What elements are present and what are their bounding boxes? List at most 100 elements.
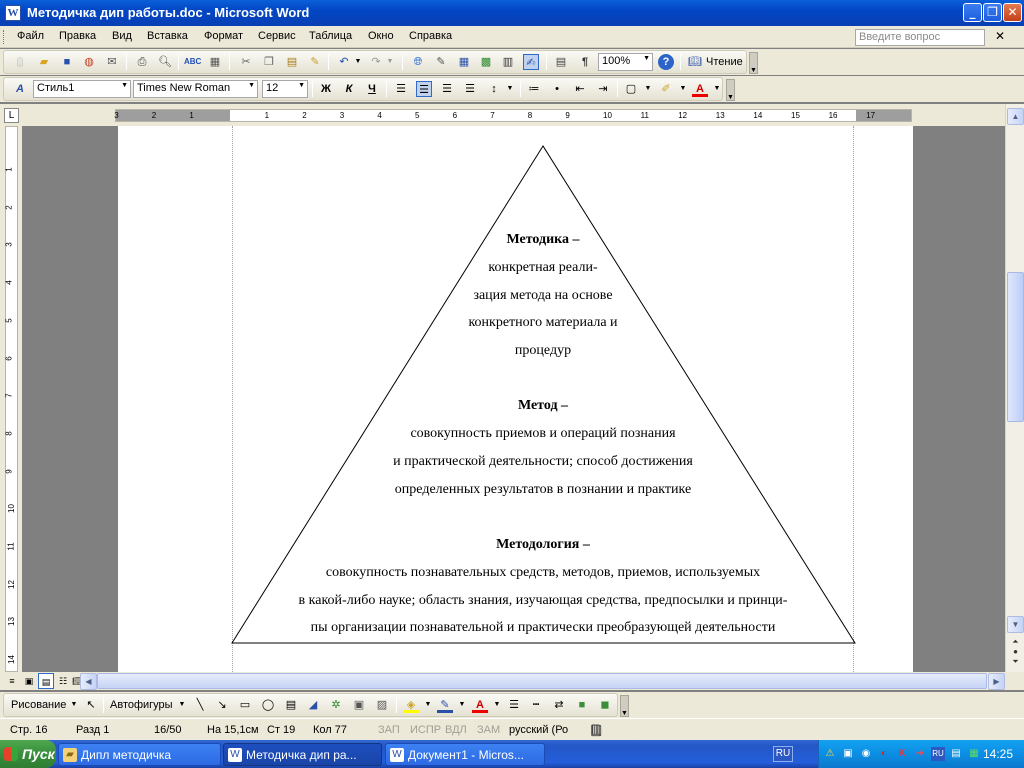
vertical-scrollbar[interactable]: ▲ ▼ ⏶ ● ⏷ [1005, 104, 1024, 672]
arrow-tool-icon[interactable]: ↘ [214, 697, 230, 713]
taskbar-item-word[interactable]: W Документ1 - Micros... [385, 743, 545, 766]
status-extend[interactable]: ВДЛ [445, 724, 467, 736]
print-layout-view-icon[interactable]: ▤ [38, 673, 54, 689]
undo-dropdown-icon[interactable]: ▼ [350, 54, 366, 70]
taskbar-item-folder[interactable]: ▰ Дипл методичка [58, 743, 221, 766]
borders-icon[interactable]: ▢ [623, 81, 639, 97]
scroll-up-button[interactable]: ▲ [1007, 108, 1024, 125]
line-tool-icon[interactable]: ╲ [192, 697, 208, 713]
print-icon[interactable]: ⎙ [134, 54, 150, 70]
decrease-indent-icon[interactable]: ⇤ [572, 81, 588, 97]
3d-style-icon[interactable]: ◼ [597, 697, 613, 713]
zoom-select[interactable]: 100% ▼ [598, 53, 653, 71]
draw-font-color-dropdown-icon[interactable]: ▼ [489, 697, 505, 713]
menu-format[interactable]: Формат [204, 30, 243, 42]
font-select[interactable]: Times New Roman ▼ [133, 80, 258, 98]
menu-view[interactable]: Вид [112, 30, 132, 42]
font-color-dropdown-icon[interactable]: ▼ [709, 81, 725, 97]
tab-selector[interactable]: L [4, 108, 19, 123]
tables-borders-icon[interactable]: ✎ [433, 54, 449, 70]
drawing-toolbar-options-icon[interactable]: ▼ [620, 695, 629, 717]
title-bar[interactable]: W Методичка дип работы.doc - Microsoft W… [0, 0, 1024, 26]
new-document-icon[interactable]: ▯ [12, 54, 28, 70]
reading-mode-icon[interactable]: 📖︎ [687, 54, 703, 70]
scroll-left-button[interactable]: ◀ [80, 673, 97, 690]
numbering-icon[interactable]: ≔ [526, 81, 542, 97]
menu-window[interactable]: Окно [368, 30, 394, 42]
word-app-icon[interactable]: W [5, 5, 21, 21]
drawing-dropdown-icon[interactable]: ▼ [66, 697, 82, 713]
minimize-button[interactable]: _ [963, 3, 982, 22]
print-preview-icon[interactable]: 🔍︎ [157, 54, 173, 70]
kaspersky-tray-icon[interactable]: K [895, 747, 909, 761]
browse-next-icon[interactable]: ⏷ [1007, 654, 1024, 671]
scroll-right-button[interactable]: ▶ [988, 673, 1005, 690]
align-right-icon[interactable]: ☰ [439, 81, 455, 97]
menu-table[interactable]: Таблица [309, 30, 352, 42]
redo-dropdown-icon[interactable]: ▼ [382, 54, 398, 70]
menu-help[interactable]: Справка [409, 30, 452, 42]
menu-edit[interactable]: Правка [59, 30, 96, 42]
align-center-icon[interactable]: ☰ [416, 81, 432, 97]
autoshapes-menu-button[interactable]: Автофигуры [110, 699, 173, 711]
highlight-icon[interactable]: ✐ [658, 81, 674, 97]
document-area[interactable]: Методика – конкретная реали- зация метод… [22, 126, 1005, 672]
underline-button[interactable]: Ч [364, 81, 380, 97]
diagram-icon[interactable]: ✲ [328, 697, 344, 713]
display-tray-icon[interactable]: ▤ [949, 747, 963, 761]
format-toolbar-options-icon[interactable]: ▼ [726, 79, 735, 101]
arrow-style-icon[interactable]: ⇄ [551, 697, 567, 713]
normal-view-icon[interactable]: ≡ [4, 673, 20, 689]
oval-tool-icon[interactable]: ◯ [260, 697, 276, 713]
arrow-tray-icon[interactable]: ➜ [913, 747, 927, 761]
fill-color-dropdown-icon[interactable]: ▼ [420, 697, 436, 713]
document-map-icon[interactable]: ▤ [553, 54, 569, 70]
select-objects-icon[interactable]: ↖ [83, 697, 99, 713]
cut-icon[interactable]: ✂ [238, 54, 254, 70]
vertical-ruler[interactable]: 123456789101112131415 [0, 126, 22, 702]
permission-icon[interactable]: ◍ [81, 54, 97, 70]
draw-font-color-icon[interactable]: A [472, 697, 488, 713]
line-color-icon[interactable]: ✎ [437, 697, 453, 713]
open-folder-icon[interactable]: ▰ [36, 54, 52, 70]
menu-file[interactable]: Файл [17, 30, 44, 42]
close-button[interactable]: ✕ [1003, 3, 1022, 22]
style-select[interactable]: Стиль1 ▼ [33, 80, 131, 98]
autoshapes-dropdown-icon[interactable]: ▼ [174, 697, 190, 713]
drawing-toggle-icon[interactable]: ✍ [523, 54, 539, 70]
borders-dropdown-icon[interactable]: ▼ [640, 81, 656, 97]
save-icon[interactable]: ■ [59, 54, 75, 70]
paste-icon[interactable]: ▤ [284, 54, 300, 70]
font-color-icon[interactable]: A [692, 81, 708, 97]
columns-icon[interactable]: ▥ [500, 54, 516, 70]
status-track-changes[interactable]: ИСПР [410, 724, 441, 736]
web-view-icon[interactable]: ▣ [21, 673, 37, 689]
warning-tray-icon[interactable]: ⚠ [823, 747, 837, 761]
clipart-icon[interactable]: ▣ [351, 697, 367, 713]
horizontal-scrollbar[interactable]: ◀ ▶ [80, 673, 1005, 690]
wordart-icon[interactable]: ◢ [305, 697, 321, 713]
font-size-select[interactable]: 12 ▼ [262, 80, 308, 98]
highlight-dropdown-icon[interactable]: ▼ [675, 81, 691, 97]
insert-excel-icon[interactable]: ▩ [478, 54, 494, 70]
line-spacing-dropdown-icon[interactable]: ▼ [502, 81, 518, 97]
line-color-dropdown-icon[interactable]: ▼ [454, 697, 470, 713]
show-formatting-icon[interactable]: ¶ [577, 54, 593, 70]
align-left-icon[interactable]: ☰ [393, 81, 409, 97]
status-overtype[interactable]: ЗАМ [477, 724, 500, 736]
dash-style-icon[interactable]: ┅ [528, 697, 544, 713]
horizontal-scroll-thumb[interactable] [97, 673, 987, 689]
keyboard-layout-tray-icon[interactable]: RU [931, 747, 945, 761]
connection-tray-icon[interactable]: ▦ [967, 747, 981, 761]
menu-insert[interactable]: Вставка [147, 30, 188, 42]
menubar-grip[interactable] [3, 30, 6, 44]
reading-mode-label[interactable]: Чтение [706, 56, 743, 68]
format-painter-icon[interactable]: ✎ [307, 54, 323, 70]
toolbar-options-icon[interactable]: ▼ [749, 52, 758, 74]
spelling-icon[interactable]: ABC [184, 54, 201, 70]
styles-pane-icon[interactable]: A [12, 81, 28, 97]
bullets-icon[interactable]: • [549, 81, 565, 97]
textbox-tool-icon[interactable]: ▤ [283, 697, 299, 713]
italic-button[interactable]: К [341, 81, 357, 97]
justify-icon[interactable]: ☰ [462, 81, 478, 97]
